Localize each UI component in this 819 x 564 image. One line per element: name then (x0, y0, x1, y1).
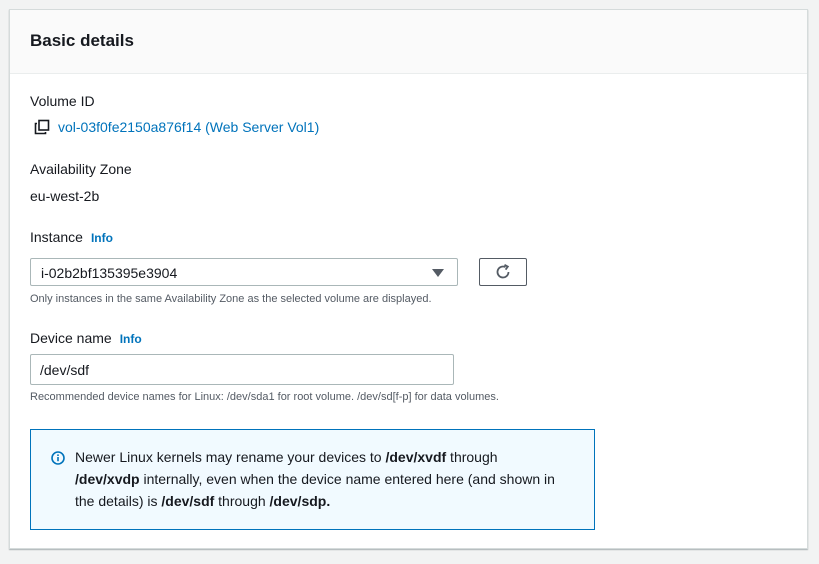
device-name-label-text: Device name (30, 330, 112, 346)
instance-info-link[interactable]: Info (91, 231, 113, 245)
alert-text-2: through (446, 449, 498, 465)
device-name-info-link[interactable]: Info (120, 332, 142, 346)
alert-code-2: /dev/xvdp (75, 471, 140, 487)
panel-title: Basic details (30, 31, 134, 50)
info-icon (51, 451, 65, 465)
instance-select-value: i-02b2bf135395e3904 (41, 265, 178, 281)
instance-hint: Only instances in the same Availability … (30, 293, 432, 305)
basic-details-panel: Basic details Volume ID vol-03f0fe2150a8… (9, 9, 808, 549)
alert-text-4: through (214, 493, 270, 509)
volume-id-text[interactable]: vol-03f0fe2150a876f14 (Web Server Vol1) (58, 119, 319, 135)
availability-zone-value: eu-west-2b (30, 188, 100, 204)
alert-code-1: /dev/xvdf (385, 449, 447, 465)
panel-header: Basic details (10, 10, 807, 74)
refresh-icon (496, 264, 510, 279)
info-alert: Newer Linux kernels may rename your devi… (30, 429, 595, 530)
volume-id-link[interactable]: vol-03f0fe2150a876f14 (Web Server Vol1) (34, 119, 319, 135)
instance-label-text: Instance (30, 229, 83, 245)
caret-down-icon (432, 269, 444, 277)
alert-message: Newer Linux kernels may rename your devi… (75, 446, 575, 512)
instance-label: Instance Info (30, 229, 113, 245)
device-name-input[interactable] (30, 354, 454, 385)
alert-text-1: Newer Linux kernels may rename your devi… (75, 449, 386, 465)
refresh-button[interactable] (479, 258, 527, 286)
alert-code-3: /dev/sdf (161, 493, 215, 509)
instance-select[interactable]: i-02b2bf135395e3904 (30, 258, 458, 286)
device-name-label: Device name Info (30, 330, 142, 346)
device-name-hint: Recommended device names for Linux: /dev… (30, 391, 499, 403)
alert-code-4: /dev/sdp. (269, 493, 331, 509)
copy-icon[interactable] (34, 119, 50, 135)
volume-id-label: Volume ID (30, 93, 95, 109)
availability-zone-label: Availability Zone (30, 161, 132, 177)
